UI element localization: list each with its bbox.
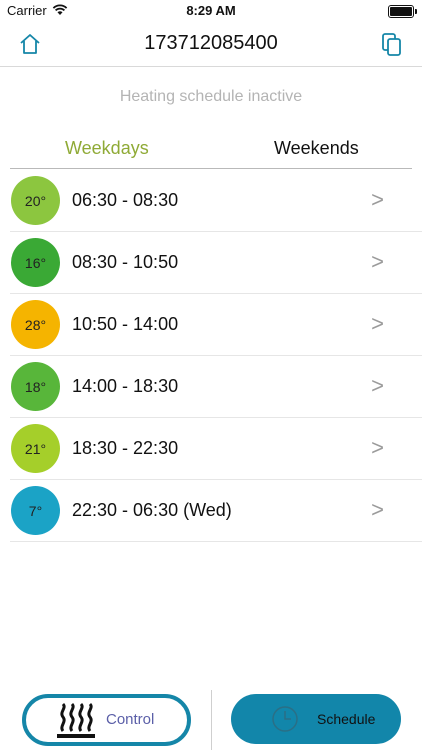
clock-time: 8:29 AM [186, 3, 236, 18]
schedule-row[interactable]: 16° 08:30 - 10:50 > [10, 232, 422, 294]
time-range: 10:50 - 14:00 [72, 314, 179, 334]
chevron-right-icon: > [371, 187, 384, 212]
bottom-bar: Control Schedule [0, 686, 422, 750]
tab-weekends[interactable]: Weekends [274, 138, 359, 159]
time-range: 06:30 - 08:30 [72, 190, 179, 210]
chevron-right-icon: > [371, 497, 384, 522]
schedule-row[interactable]: 20° 06:30 - 08:30 > [10, 170, 422, 232]
schedule-row[interactable]: 7° 22:30 - 06:30 (Wed) > [10, 480, 422, 542]
temperature-badge: 20° [11, 176, 60, 225]
copy-icon[interactable] [380, 31, 404, 57]
control-label: Control [106, 711, 155, 728]
schedule-status: Heating schedule inactive [119, 88, 303, 105]
temperature-badge: 28° [11, 300, 60, 349]
temperature-badge: 16° [11, 238, 60, 287]
schedule-row[interactable]: 18° 14:00 - 18:30 > [10, 356, 422, 418]
time-range: 22:30 - 06:30 (Wed) [72, 500, 232, 520]
temperature-badge: 7° [11, 486, 60, 535]
day-tabs: Weekdays Weekends [10, 130, 412, 169]
chevron-right-icon: > [371, 249, 384, 274]
status-bar: Carrier 8:29 AM [0, 0, 422, 22]
temperature-badge: 21° [11, 424, 60, 473]
schedule-row[interactable]: 21° 18:30 - 22:30 > [10, 418, 422, 480]
chevron-right-icon: > [371, 311, 384, 336]
device-title: 173712085400 [144, 32, 278, 54]
divider [211, 690, 212, 750]
battery-icon [388, 5, 417, 18]
time-range: 08:30 - 10:50 [72, 252, 179, 272]
schedule-list: 20° 06:30 - 08:30 > 16° 08:30 - 10:50 > … [10, 170, 422, 542]
schedule-button[interactable]: Schedule [231, 694, 401, 744]
control-button[interactable]: Control [22, 694, 191, 746]
schedule-row[interactable]: 28° 10:50 - 14:00 > [10, 294, 422, 356]
temperature-badge: 18° [11, 362, 60, 411]
clock-icon [271, 705, 299, 733]
tab-weekdays[interactable]: Weekdays [65, 138, 149, 159]
chevron-right-icon: > [371, 435, 384, 460]
time-range: 14:00 - 18:30 [72, 376, 179, 396]
chevron-right-icon: > [371, 373, 384, 398]
time-range: 18:30 - 22:30 [72, 438, 179, 458]
nav-bar: 173712085400 [0, 22, 422, 67]
schedule-label: Schedule [317, 711, 376, 727]
heating-icon [56, 702, 96, 740]
